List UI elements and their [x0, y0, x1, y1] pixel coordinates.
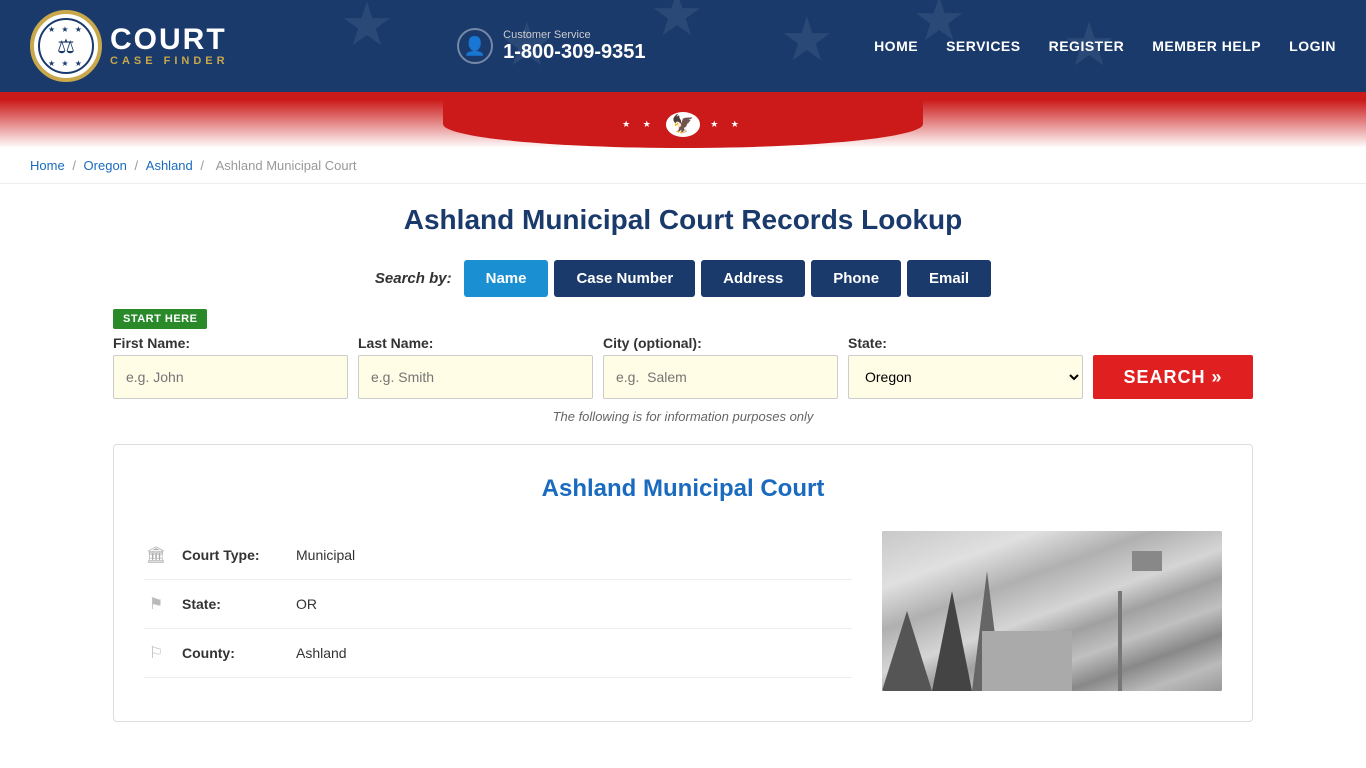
nav-home[interactable]: HOME [874, 38, 918, 54]
court-type-label: Court Type: [182, 547, 282, 563]
county-flag-icon: ⚐ [144, 643, 168, 663]
state-select[interactable]: Oregon Alabama Alaska Arizona California… [848, 355, 1083, 399]
state-value: OR [296, 596, 317, 612]
nav-register[interactable]: REGISTER [1049, 38, 1125, 54]
logo-stars: ★ ★ ★ [48, 25, 84, 34]
court-image [882, 531, 1222, 691]
state-label-detail: State: [182, 596, 282, 612]
bg-star: ★ [340, 0, 394, 60]
logo-circle: ★ ★ ★ ⚖ ★ ★ ★ [30, 10, 102, 82]
phone-area: 👤 Customer Service 1-800-309-9351 [457, 28, 645, 64]
tab-case-number[interactable]: Case Number [554, 260, 695, 297]
last-name-input[interactable] [358, 355, 593, 399]
logo-area: ★ ★ ★ ⚖ ★ ★ ★ COURT CASE FINDER [30, 10, 229, 82]
phone-text: Customer Service 1-800-309-9351 [503, 29, 645, 64]
phone-icon: 👤 [457, 28, 493, 64]
bg-star: ★ [650, 0, 704, 50]
tab-email[interactable]: Email [907, 260, 991, 297]
search-form-container: START HERE First Name: Last Name: City (… [113, 309, 1253, 399]
logo-text: COURT CASE FINDER [110, 25, 229, 67]
first-name-group: First Name: [113, 335, 348, 399]
ribbon-arch: ★ ★ 🦅 ★ ★ [443, 100, 923, 148]
city-label: City (optional): [603, 335, 838, 351]
state-flag-icon: ⚑ [144, 594, 168, 614]
breadcrumb-oregon[interactable]: Oregon [84, 158, 127, 173]
tree-2 [932, 591, 972, 691]
court-info-title: Ashland Municipal Court [144, 475, 1222, 503]
detail-row-court-type: 🏛 Court Type: Municipal [144, 531, 852, 580]
tab-phone[interactable]: Phone [811, 260, 901, 297]
ribbon-stars-left: ★ ★ [622, 119, 656, 130]
logo-circle-inner: ★ ★ ★ ⚖ ★ ★ ★ [38, 18, 94, 74]
last-name-group: Last Name: [358, 335, 593, 399]
breadcrumb-home[interactable]: Home [30, 158, 65, 173]
state-label: State: [848, 335, 1083, 351]
nav-login[interactable]: LOGIN [1289, 38, 1336, 54]
ribbon-container: ★ ★ 🦅 ★ ★ [0, 100, 1366, 148]
logo-stars-bottom: ★ ★ ★ [48, 59, 84, 68]
red-ribbon-top [0, 92, 1366, 100]
search-by-label: Search by: [375, 270, 452, 287]
search-button[interactable]: SEARCH » [1093, 355, 1253, 399]
search-by-row: Search by: Name Case Number Address Phon… [113, 260, 1253, 297]
breadcrumb-current: Ashland Municipal Court [216, 158, 357, 173]
tab-name[interactable]: Name [464, 260, 549, 297]
court-info-box: Ashland Municipal Court 🏛 Court Type: Mu… [113, 444, 1253, 722]
search-form: First Name: Last Name: City (optional): … [113, 335, 1253, 399]
logo-case-finder-text: CASE FINDER [110, 55, 229, 67]
court-image-sim [882, 531, 1222, 691]
detail-row-state: ⚑ State: OR [144, 580, 852, 629]
info-note: The following is for information purpose… [113, 409, 1253, 424]
page-title: Ashland Municipal Court Records Lookup [113, 204, 1253, 236]
last-name-label: Last Name: [358, 335, 593, 351]
flag-shape [1132, 551, 1162, 571]
scales-icon: ⚖ [57, 34, 75, 59]
main-content: Ashland Municipal Court Records Lookup S… [83, 184, 1283, 742]
county-label: County: [182, 645, 282, 661]
bg-star: ★ [780, 5, 834, 75]
ribbon-stars-right: ★ ★ [710, 119, 744, 130]
phone-number: 1-800-309-9351 [503, 41, 645, 64]
city-group: City (optional): [603, 335, 838, 399]
breadcrumb-ashland[interactable]: Ashland [146, 158, 193, 173]
customer-service-label: Customer Service [503, 29, 645, 41]
nav-member-help[interactable]: MEMBER HELP [1152, 38, 1261, 54]
breadcrumb: Home / Oregon / Ashland / Ashland Munici… [0, 148, 1366, 184]
detail-row-county: ⚐ County: Ashland [144, 629, 852, 678]
logo-court-text: COURT [110, 25, 229, 55]
tab-address[interactable]: Address [701, 260, 805, 297]
city-input[interactable] [603, 355, 838, 399]
court-type-value: Municipal [296, 547, 355, 563]
breadcrumb-sep-3: / [200, 158, 207, 173]
breadcrumb-sep-1: / [72, 158, 79, 173]
main-nav: HOME SERVICES REGISTER MEMBER HELP LOGIN [874, 38, 1336, 54]
first-name-input[interactable] [113, 355, 348, 399]
flag-pole [1118, 591, 1122, 691]
court-details: 🏛 Court Type: Municipal ⚑ State: OR ⚐ Co… [144, 531, 1222, 691]
tree-1 [882, 611, 932, 691]
header: ★ ★ ★ ★ ★ ★ ★ ★ ★ ⚖ ★ ★ ★ COURT CASE FIN… [0, 0, 1366, 92]
first-name-label: First Name: [113, 335, 348, 351]
building-icon: 🏛 [144, 545, 168, 565]
nav-services[interactable]: SERVICES [946, 38, 1021, 54]
county-value: Ashland [296, 645, 347, 661]
court-details-left: 🏛 Court Type: Municipal ⚑ State: OR ⚐ Co… [144, 531, 852, 691]
start-here-badge: START HERE [113, 309, 207, 329]
breadcrumb-sep-2: / [135, 158, 142, 173]
eagle-icon: 🦅 [666, 112, 700, 137]
state-group: State: Oregon Alabama Alaska Arizona Cal… [848, 335, 1083, 399]
building-shape [982, 631, 1072, 691]
